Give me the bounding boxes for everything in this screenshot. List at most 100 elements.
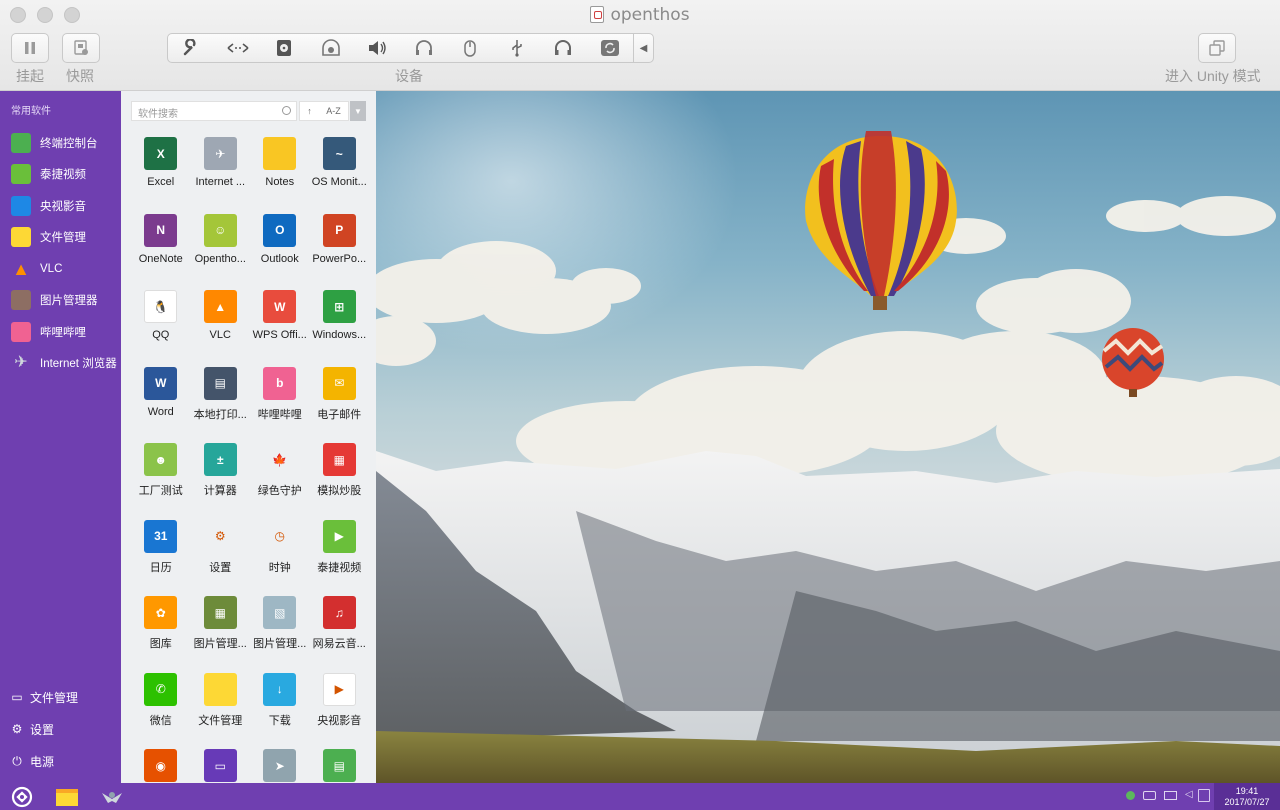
launcher-app[interactable]: ⊞ Windows... [310, 286, 370, 363]
network-icon[interactable] [215, 33, 262, 63]
bilibili-icon [11, 321, 31, 342]
launcher-app[interactable]: 31 日历 [131, 516, 191, 593]
app-label: Windows... [312, 329, 367, 341]
folder-outline-icon: ▭ [11, 690, 23, 704]
launcher-app[interactable]: ☻ 工厂测试 [131, 439, 191, 516]
dock-item-taijie[interactable]: 泰捷视频 [0, 159, 121, 191]
app-icon: ▦ [203, 596, 237, 629]
launcher-app[interactable]: X Excel [131, 133, 191, 210]
volume-icon[interactable]: ◁ [1185, 789, 1198, 801]
launcher-app[interactable]: ↓ 下载 [250, 669, 310, 746]
launcher-app[interactable]: ▤ [310, 745, 370, 783]
launcher-app[interactable]: ✿ 图库 [131, 592, 191, 669]
launcher-app[interactable]: ▦ 模拟炒股 [310, 439, 370, 516]
app-icon: ▲ [203, 290, 237, 323]
snapshot-button[interactable] [62, 33, 100, 63]
launcher-app[interactable]: b 哔哩哔哩 [250, 363, 310, 440]
launcher-app[interactable]: 🐧 QQ [131, 286, 191, 363]
launcher-app[interactable]: ➤ [250, 745, 310, 783]
dock-item-cctv[interactable]: 央视影音 [0, 190, 121, 222]
software-search-input[interactable]: 软件搜索 [131, 101, 297, 121]
window-title-text: openthos [610, 5, 690, 25]
sort-button[interactable]: ↑ A-Z [299, 101, 349, 121]
usb-icon[interactable] [494, 33, 541, 63]
file-manager-taskbar-icon[interactable] [55, 787, 79, 807]
app-label: 图片管理... [193, 638, 247, 650]
unity-icon [1209, 40, 1225, 56]
display-icon[interactable] [1164, 790, 1177, 800]
input-method-icon[interactable] [1126, 790, 1135, 800]
launcher-app[interactable]: ▲ VLC [191, 286, 251, 363]
launcher-app[interactable]: ~ OS Monit... [310, 133, 370, 210]
app-label: Word [147, 405, 174, 418]
launcher-app[interactable]: ▧ 图片管理... [250, 592, 310, 669]
launcher-app[interactable]: Notes [250, 133, 310, 210]
headset-icon[interactable] [540, 33, 587, 63]
taskbar-clock[interactable]: 19:41 2017/07/27 [1214, 783, 1280, 810]
app-grid: X Excel ✈ Internet ... Notes ~ OS Monit... N One… [131, 133, 369, 783]
app-label: WPS Offi... [252, 329, 307, 341]
launcher-app[interactable]: ♫ 网易云音... [310, 592, 370, 669]
suspend-button[interactable] [11, 33, 49, 63]
battery-icon[interactable] [1143, 790, 1156, 800]
app-icon: W [263, 290, 297, 323]
app-label: 工厂测试 [138, 485, 183, 497]
launcher-app[interactable]: N OneNote [131, 210, 191, 287]
launcher-app[interactable]: 🍁 绿色守护 [250, 439, 310, 516]
app-launcher: 软件搜索 ↑ A-Z ▼ X Excel ✈ Internet ... Notes ~ OS… [121, 91, 376, 783]
dock-item-vlc[interactable]: ▲ VLC [0, 253, 121, 285]
launcher-app[interactable]: ⚙ 设置 [191, 516, 251, 593]
sort-dropdown-icon[interactable]: ▼ [350, 101, 366, 121]
launcher-app[interactable]: W Word [131, 363, 191, 440]
headphones-icon[interactable] [401, 33, 448, 63]
dock-power-button[interactable]: ⏻ 电源 [0, 745, 121, 777]
dock-files-button[interactable]: ▭ 文件管理 [0, 681, 121, 713]
sort-label: A-Z [326, 106, 341, 116]
speaker-icon[interactable] [354, 33, 401, 63]
desktop-wallpaper[interactable] [376, 91, 1280, 783]
launcher-app[interactable]: ✉ 电子邮件 [310, 363, 370, 440]
launcher-app[interactable]: W WPS Offi... [250, 286, 310, 363]
launcher-app[interactable]: ▶ 央视影音 [310, 669, 370, 746]
dock-item-gallery[interactable]: 图片管理器 [0, 285, 121, 317]
app-label: OS Monit... [311, 176, 367, 188]
launcher-app[interactable]: 文件管理 [191, 669, 251, 746]
app-icon: ⚙ [203, 519, 237, 553]
app-icon: ☺ [203, 213, 237, 247]
start-menu-icon[interactable] [10, 786, 34, 808]
launcher-app[interactable]: P PowerPo... [310, 210, 370, 287]
launcher-app[interactable]: ◉ [131, 745, 191, 783]
launcher-app[interactable]: ▦ 图片管理... [191, 592, 251, 669]
dock-item-bilibili[interactable]: 哔哩哔哩 [0, 316, 121, 348]
dock-item-terminal[interactable]: 终端控制台 [0, 127, 121, 159]
notification-icon[interactable] [1198, 789, 1210, 802]
launcher-app[interactable]: ▭ [191, 745, 251, 783]
collapse-devices-icon[interactable]: ◀ [633, 33, 653, 63]
launcher-app[interactable]: ✈ Internet ... [191, 133, 251, 210]
wrench-icon[interactable] [168, 33, 215, 63]
launcher-app[interactable]: ◷ 时钟 [250, 516, 310, 593]
camera-icon[interactable] [308, 33, 355, 63]
app-icon: N [144, 213, 178, 247]
launcher-app[interactable]: ▤ 本地打印... [191, 363, 251, 440]
unity-mode-button[interactable] [1198, 33, 1236, 63]
launcher-app[interactable]: ✆ 微信 [131, 669, 191, 746]
sync-icon[interactable] [587, 33, 634, 63]
dock-item-files[interactable]: 文件管理 [0, 222, 121, 254]
launcher-app[interactable]: ± 计算器 [191, 439, 251, 516]
search-icon [282, 106, 291, 115]
launcher-app[interactable]: ☺ Opentho... [191, 210, 251, 287]
browser-taskbar-icon[interactable] [100, 787, 124, 807]
cd-icon[interactable] [261, 33, 308, 63]
mouse-icon[interactable] [447, 33, 494, 63]
app-icon: ✆ [144, 672, 178, 706]
dock-settings-button[interactable]: ⚙ 设置 [0, 713, 121, 745]
app-label: 设置 [209, 561, 232, 574]
dock-item-label: 文件管理 [40, 232, 86, 245]
dock-item-browser[interactable]: ✈ Internet 浏览器 [0, 348, 121, 380]
app-label: 模拟炒股 [317, 485, 362, 497]
dock-item-label: VLC [40, 262, 63, 275]
launcher-app[interactable]: ▶ 泰捷视频 [310, 516, 370, 593]
launcher-app[interactable]: O Outlook [250, 210, 310, 287]
folder-icon [11, 227, 31, 248]
